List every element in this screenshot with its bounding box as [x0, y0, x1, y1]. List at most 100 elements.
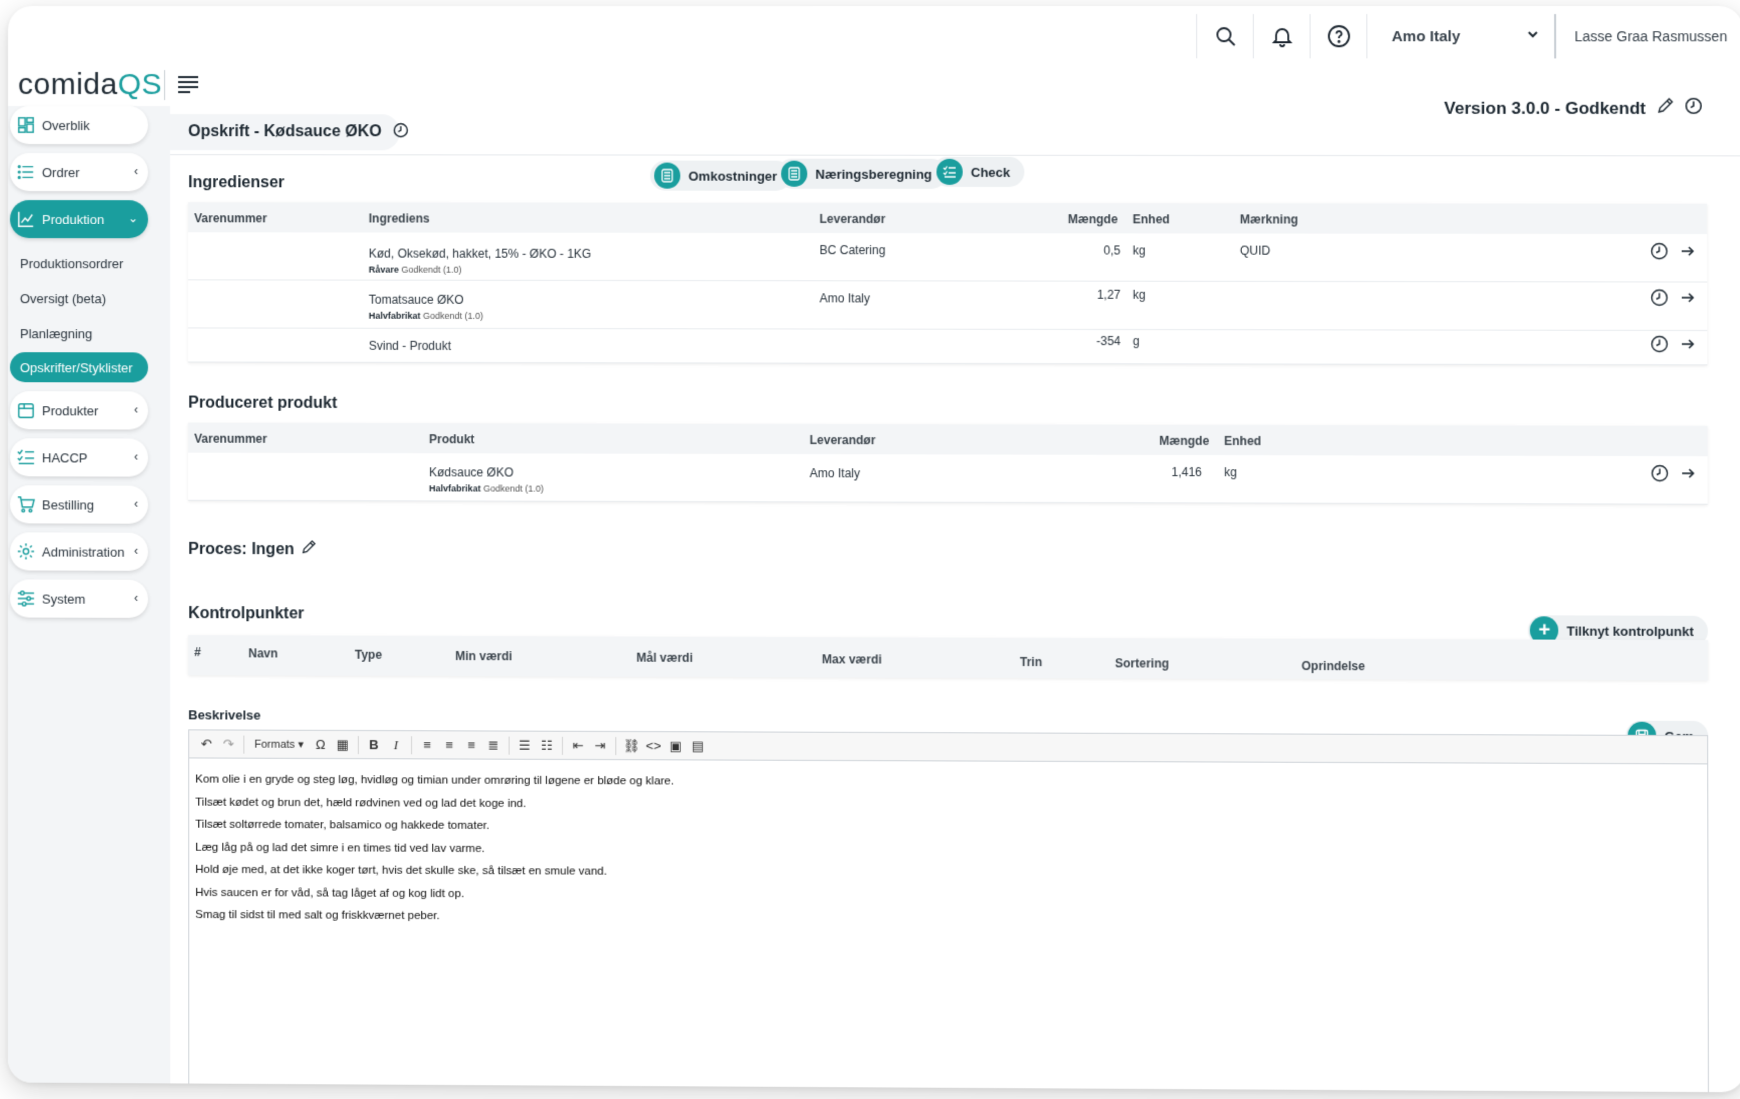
column-header[interactable]: Varenummer — [194, 432, 267, 446]
history-icon[interactable] — [1684, 97, 1702, 120]
sidebar-item-system[interactable]: System ‹ — [9, 579, 149, 618]
main-content: Opskrift - Kødsauce ØKO Version 3.0.0 - … — [170, 102, 1740, 1093]
table-row[interactable]: Tomatsauce ØKO Halvfabrikat Godkendt (1.… — [188, 280, 1708, 331]
image-icon[interactable]: ▣ — [665, 735, 687, 757]
table-row[interactable]: Kødsauce ØKO Halvfabrikat Godkendt (1.0)… — [188, 452, 1708, 505]
nutrition-button[interactable]: Næringsberegning — [777, 158, 947, 189]
ingredient-name[interactable]: Tomatsauce ØKO — [369, 293, 484, 307]
align-right-icon[interactable]: ≡ — [460, 734, 482, 756]
link-icon[interactable]: ⛓ — [620, 735, 642, 757]
column-header[interactable]: Mærkning — [1240, 212, 1298, 226]
column-header[interactable]: Leverandør — [819, 212, 885, 226]
menu-toggle-icon[interactable] — [176, 74, 200, 94]
help-icon[interactable] — [1309, 14, 1367, 59]
arrow-right-icon[interactable] — [1679, 242, 1697, 263]
code-icon[interactable]: <> — [642, 735, 664, 757]
column-header[interactable]: Ingrediens — [369, 211, 430, 225]
pencil-icon[interactable] — [300, 539, 316, 560]
sidebar-subitem-produktionsordrer[interactable]: Produktionsordrer — [20, 256, 123, 271]
column-header[interactable]: Enhed — [1224, 434, 1261, 448]
column-header[interactable]: Mængde — [1159, 434, 1209, 448]
history-icon[interactable] — [1650, 335, 1668, 356]
column-header[interactable]: Mål værdi — [636, 651, 692, 665]
column-header[interactable]: Trin — [1020, 655, 1042, 669]
row-actions — [1650, 242, 1697, 263]
company-select[interactable]: Amo Italy — [1366, 14, 1555, 59]
italic-icon[interactable]: I — [385, 734, 407, 756]
bell-icon[interactable] — [1252, 14, 1310, 59]
product-type: Halvfabrikat — [429, 483, 481, 494]
row-actions — [1650, 289, 1697, 310]
chevron-left-icon: ‹ — [134, 496, 139, 511]
table-row[interactable]: Kød, Oksekød, hakket, 15% - ØKO - 1KG Rå… — [188, 232, 1708, 283]
nutrition-button-label: Næringsberegning — [815, 166, 933, 182]
column-header[interactable]: Leverandør — [810, 433, 876, 447]
history-icon[interactable] — [1650, 289, 1668, 310]
formats-dropdown[interactable]: Formats ▾ — [248, 738, 309, 751]
bold-icon[interactable]: B — [363, 734, 385, 756]
history-icon[interactable] — [1650, 242, 1668, 263]
sidebar-subitem-planlaegning[interactable]: Planlægning — [20, 326, 92, 341]
chevron-left-icon: ‹ — [134, 449, 139, 464]
table-icon[interactable]: ▦ — [332, 733, 354, 755]
column-header[interactable]: Oprindelse — [1301, 659, 1365, 673]
arrow-right-icon[interactable] — [1679, 464, 1697, 485]
sidebar-item-administration[interactable]: Administration ‹ — [9, 532, 149, 571]
bullet-list-icon[interactable]: ☰ — [514, 734, 536, 756]
outdent-icon[interactable]: ⇤ — [567, 734, 589, 756]
paste-icon[interactable]: ▤ — [687, 735, 709, 757]
sidebar-subitem-opskrifter[interactable]: Opskrifter/Styklister — [9, 352, 149, 383]
sidebar-item-bestilling[interactable]: Bestilling ‹ — [9, 485, 149, 524]
sidebar-item-haccp[interactable]: HACCP ‹ — [9, 438, 149, 477]
column-header[interactable]: Varenummer — [194, 211, 267, 225]
unit-cell: g — [1132, 334, 1140, 349]
arrow-right-icon[interactable] — [1679, 289, 1697, 310]
sidebar-item-overblik[interactable]: Overblik — [9, 106, 149, 145]
indent-icon[interactable]: ⇥ — [589, 734, 611, 756]
sidebar-item-produkter[interactable]: Produkter ‹ — [9, 391, 149, 430]
ingredient-tag: Halvfabrikat Godkendt (1.0) — [369, 311, 484, 321]
ingredient-name[interactable]: Svind - Produkt — [369, 339, 451, 353]
checklist-icon — [936, 158, 963, 185]
search-icon[interactable] — [1196, 14, 1253, 59]
product-name-cell: Kødsauce ØKO Halvfabrikat Godkendt (1.0) — [429, 465, 544, 493]
column-header[interactable]: Mængde — [1068, 212, 1118, 226]
arrow-right-icon[interactable] — [1679, 335, 1697, 356]
check-button[interactable]: Check — [932, 156, 1025, 187]
undo-icon[interactable]: ↶ — [195, 733, 217, 755]
sidebar-item-produktion[interactable]: Produktion ⌄ — [9, 200, 149, 239]
numbered-list-icon[interactable]: ☷ — [536, 734, 558, 756]
sidebar-subitem-oversigt[interactable]: Oversigt (beta) — [20, 291, 106, 306]
sidebar-item-ordrer[interactable]: Ordrer ‹ — [9, 153, 149, 192]
table-row[interactable]: Svind - Produkt -354 g — [188, 328, 1708, 366]
toolbar-divider — [243, 735, 245, 754]
column-header[interactable]: # — [194, 645, 201, 659]
ingredient-name[interactable]: Kød, Oksekød, hakket, 15% - ØKO - 1KG — [369, 247, 592, 261]
editor-content[interactable]: Kom olie i en gryde og steg løg, hvidløg… — [189, 758, 1707, 943]
column-header[interactable]: Navn — [248, 646, 277, 660]
special-character-icon[interactable]: Ω — [310, 733, 332, 755]
history-icon[interactable] — [392, 122, 409, 143]
column-header[interactable]: Enhed — [1133, 212, 1170, 226]
sidebar-item-label: Overblik — [41, 117, 90, 133]
app-logo[interactable]: comidaQS — [18, 68, 162, 102]
column-header[interactable]: Produkt — [429, 432, 475, 446]
costs-button[interactable]: Omkostninger — [650, 160, 792, 191]
user-menu[interactable]: Lasse Graa Rasmussen — [1554, 14, 1740, 59]
description-editor[interactable]: ↶ ↷ Formats ▾ Ω ▦ B I ≡ ≡ ≡ ≣ ☰ ☷ ⇤ ⇥ ⛓ … — [188, 729, 1709, 1093]
chevron-left-icon: ‹ — [134, 164, 139, 179]
version-label: Version 3.0.0 - Godkendt — [1444, 98, 1646, 118]
column-header[interactable]: Max værdi — [822, 652, 882, 666]
sliders-icon — [16, 588, 36, 608]
description-title: Beskrivelse — [188, 707, 261, 723]
history-icon[interactable] — [1651, 464, 1669, 485]
product-name[interactable]: Kødsauce ØKO — [429, 465, 544, 479]
column-header[interactable]: Sortering — [1115, 656, 1169, 670]
align-justify-icon[interactable]: ≣ — [482, 734, 504, 756]
align-left-icon[interactable]: ≡ — [416, 734, 438, 756]
column-header[interactable]: Min værdi — [455, 649, 512, 663]
pencil-icon[interactable] — [1656, 97, 1674, 120]
redo-icon[interactable]: ↷ — [217, 733, 239, 755]
align-center-icon[interactable]: ≡ — [438, 734, 460, 756]
column-header[interactable]: Type — [355, 648, 382, 662]
